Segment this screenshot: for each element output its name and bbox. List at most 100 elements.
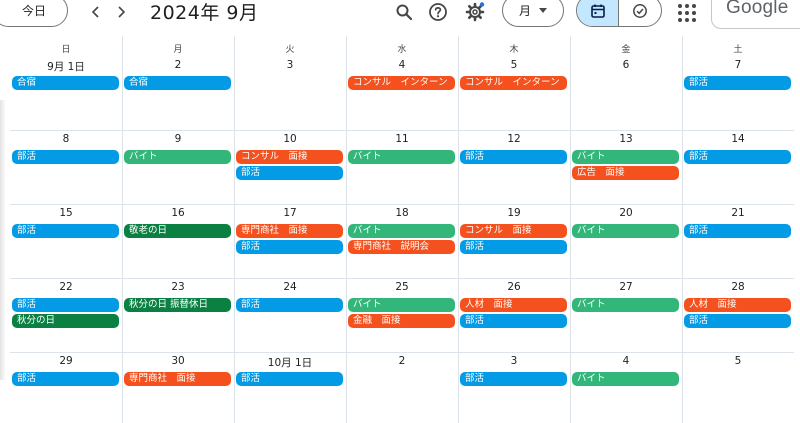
event-chip[interactable]: 部活 [236,166,343,180]
event-chip[interactable]: 部活 [12,298,119,312]
view-mode-toggle [576,0,662,27]
date-number[interactable]: 2 [122,59,234,71]
event-chip[interactable]: 部活 [12,150,119,164]
search-icon [396,4,413,21]
next-month-button[interactable] [110,1,132,23]
date-number[interactable]: 7 [682,59,794,71]
weekday-wed: 水 [397,45,407,55]
calendar-mode-button[interactable] [577,0,620,26]
top-bar: 今日 2024年 9月 月 Google [0,0,800,30]
event-chip[interactable]: 部活 [236,298,343,312]
event-chip[interactable]: 部活 [236,372,343,386]
date-number[interactable]: 10月 1日 [234,355,346,370]
date-number[interactable]: 4 [346,59,458,71]
google-logo: Google [726,0,789,18]
week-divider [10,130,794,131]
weekday-mon: 月 [173,45,183,55]
event-chip[interactable]: コンサル インターン [348,76,455,90]
date-number[interactable]: 5 [458,59,570,71]
week-divider [10,204,794,205]
date-number[interactable]: 3 [234,59,346,71]
date-number[interactable]: 16 [122,207,234,219]
date-number[interactable]: 18 [346,207,458,219]
weekday-fri: 金 [621,45,631,55]
event-chip[interactable]: バイト [124,150,231,164]
event-chip[interactable]: 部活 [12,372,119,386]
date-number[interactable]: 11 [346,133,458,145]
event-chip[interactable]: 専門商社 面接 [124,372,231,386]
date-number[interactable]: 30 [122,355,234,367]
event-chip[interactable]: 部活 [460,314,567,328]
event-chip[interactable]: バイト [348,150,455,164]
today-button[interactable]: 今日 [0,0,68,27]
date-number[interactable]: 19 [458,207,570,219]
date-number[interactable]: 21 [682,207,794,219]
event-chip[interactable]: 広告 面接 [572,166,679,180]
week-divider [10,278,794,279]
event-chip[interactable]: 金融 面接 [348,314,455,328]
date-number[interactable]: 9 [122,133,234,145]
month-grid: 日 月 火 水 木 金 土 9月 1日 2 3 4 5 6 7 合宿 合宿 コンサル インターンコ… [10,36,794,423]
date-number[interactable]: 23 [122,281,234,293]
event-chip[interactable]: 専門商社 面接 [236,224,343,238]
date-number[interactable]: 3 [458,355,570,367]
settings-button[interactable] [463,0,487,24]
apps-grid-icon[interactable] [676,2,696,22]
event-chip[interactable]: 秋分の日 振替休日 [124,298,231,312]
event-chip[interactable]: バイト [348,298,455,312]
date-number[interactable]: 4 [570,355,682,367]
event-chip[interactable]: 敬老の日 [124,224,231,238]
date-number[interactable]: 5 [682,355,794,367]
date-number[interactable]: 26 [458,281,570,293]
date-number[interactable]: 28 [682,281,794,293]
event-chip[interactable]: 合宿 [12,76,119,90]
date-number[interactable]: 25 [346,281,458,293]
event-chip[interactable]: 部活 [684,314,791,328]
date-number[interactable]: 29 [10,355,122,367]
date-number[interactable]: 17 [234,207,346,219]
date-number[interactable]: 24 [234,281,346,293]
event-chip[interactable]: 人材 面接 [684,298,791,312]
event-chip[interactable]: コンサル 面接 [236,150,343,164]
event-chip[interactable]: 合宿 [124,76,231,90]
date-number[interactable]: 10 [234,133,346,145]
event-chip[interactable]: バイト [348,224,455,238]
prev-month-button[interactable] [85,1,107,23]
date-number[interactable]: 6 [570,59,682,71]
event-chip[interactable]: 部活 [684,224,791,238]
date-number[interactable]: 20 [570,207,682,219]
event-chip[interactable]: バイト [572,372,679,386]
calendar-icon [590,4,605,18]
event-chip[interactable]: 部活 [684,76,791,90]
event-chip[interactable]: バイト [572,150,679,164]
event-chip[interactable]: 人材 面接 [460,298,567,312]
event-chip[interactable]: 部活 [236,240,343,254]
left-edge-shadow [0,100,6,380]
event-chip[interactable]: 部活 [12,224,119,238]
event-chip[interactable]: 部活 [460,372,567,386]
view-select[interactable]: 月 [502,0,564,27]
event-chip[interactable]: バイト [572,298,679,312]
event-chip[interactable]: 部活 [460,150,567,164]
date-number[interactable]: 12 [458,133,570,145]
weekday-header: 日 月 火 水 木 金 土 [10,36,794,56]
event-chip[interactable]: コンサル 面接 [460,224,567,238]
event-chip[interactable]: 専門商社 説明会 [348,240,455,254]
date-number[interactable]: 27 [570,281,682,293]
event-chip[interactable]: コンサル インターン [460,76,567,90]
date-number[interactable]: 22 [10,281,122,293]
date-number[interactable]: 9月 1日 [10,59,122,74]
event-chip[interactable]: バイト [572,224,679,238]
event-chip[interactable]: 部活 [684,150,791,164]
date-number[interactable]: 8 [10,133,122,145]
search-button[interactable] [392,0,416,24]
help-button[interactable] [426,0,450,24]
date-number[interactable]: 13 [570,133,682,145]
tasks-mode-button[interactable] [619,0,661,26]
week-divider [10,352,794,353]
date-number[interactable]: 14 [682,133,794,145]
date-number[interactable]: 2 [346,355,458,367]
event-chip[interactable]: 部活 [460,240,567,254]
date-number[interactable]: 15 [10,207,122,219]
event-chip[interactable]: 秋分の日 [12,314,119,328]
